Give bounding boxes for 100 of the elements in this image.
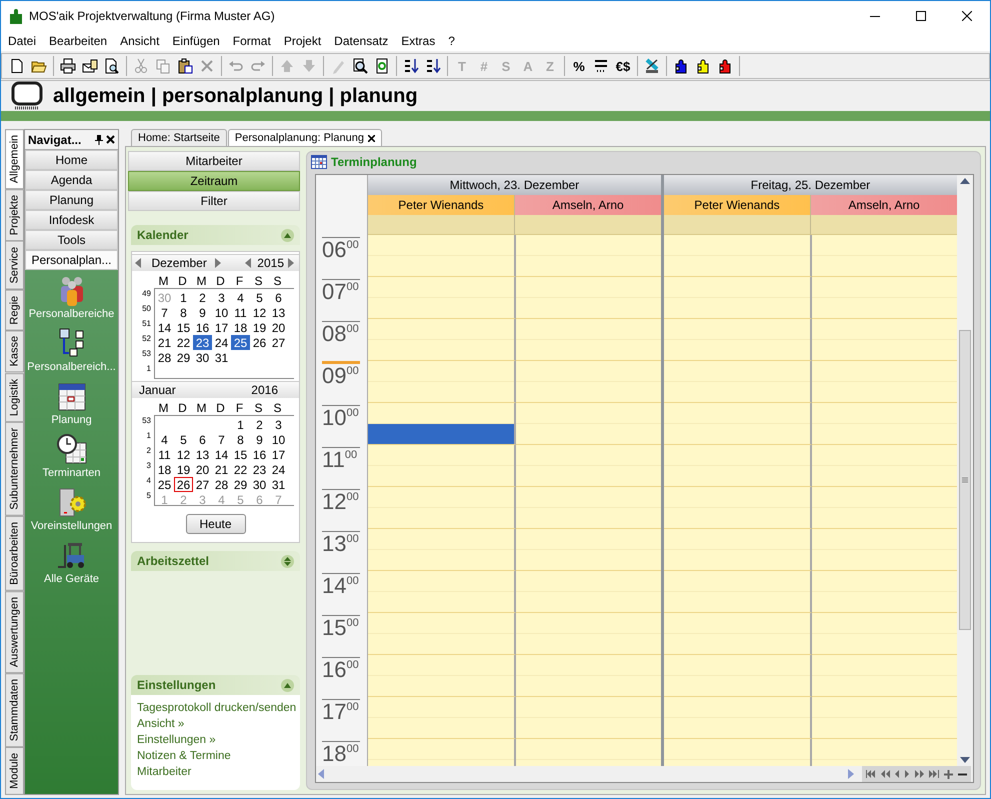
- calendar-day[interactable]: 4: [231, 290, 250, 305]
- calendar-day[interactable]: 6: [269, 290, 288, 305]
- calendar-day[interactable]: 1: [231, 417, 250, 432]
- side-tab[interactable]: Allgemein: [5, 129, 24, 190]
- calendar-day[interactable]: 25: [231, 335, 250, 350]
- time-slot[interactable]: [516, 424, 661, 444]
- settings-link[interactable]: Mitarbeiter: [137, 765, 294, 780]
- menu-item[interactable]: Projekt: [278, 34, 328, 48]
- time-slot[interactable]: [368, 718, 514, 738]
- time-slot[interactable]: [368, 445, 514, 466]
- time-slot[interactable]: [516, 340, 661, 360]
- scrollbar-thumb[interactable]: [959, 330, 971, 630]
- time-slot[interactable]: [664, 466, 810, 486]
- time-slot[interactable]: [368, 655, 514, 676]
- time-slot[interactable]: [368, 235, 514, 256]
- fast-forward-icon[interactable]: [915, 770, 924, 778]
- time-slot[interactable]: [516, 403, 661, 424]
- time-slot[interactable]: [516, 235, 661, 256]
- navigator-item[interactable]: Voreinstellungen: [26, 485, 117, 538]
- time-slot[interactable]: [812, 319, 957, 340]
- side-tab[interactable]: Kasse: [5, 330, 24, 373]
- time-slot[interactable]: [812, 424, 957, 444]
- menu-item[interactable]: Bearbeiten: [43, 34, 114, 48]
- time-slot[interactable]: [368, 382, 514, 402]
- time-slot[interactable]: [664, 592, 810, 612]
- calendar-day[interactable]: 2: [193, 290, 212, 305]
- calendar-day[interactable]: 18: [155, 462, 174, 477]
- time-slot[interactable]: [368, 550, 514, 570]
- time-slot[interactable]: [516, 445, 661, 466]
- view-button[interactable]: Zeitraum: [128, 171, 300, 191]
- time-slot[interactable]: [812, 529, 957, 550]
- time-slot[interactable]: [812, 592, 957, 612]
- toolbar-button[interactable]: %: [568, 55, 590, 77]
- navigator-item[interactable]: Alle Geräte: [26, 538, 117, 591]
- calendar-day[interactable]: 8: [174, 305, 193, 320]
- time-slot[interactable]: [664, 550, 810, 570]
- navigator-button[interactable]: Planung: [25, 190, 118, 210]
- side-tab[interactable]: Service: [5, 241, 24, 290]
- time-slot[interactable]: [368, 634, 514, 654]
- time-slot[interactable]: [368, 319, 514, 340]
- time-slot[interactable]: [516, 739, 661, 760]
- time-slot[interactable]: [368, 277, 514, 298]
- menu-item[interactable]: Datensatz: [328, 34, 396, 48]
- time-slot[interactable]: [368, 340, 514, 360]
- document-tab[interactable]: Personalplanung: Planung: [228, 129, 382, 146]
- time-slot[interactable]: [812, 550, 957, 570]
- navigator-item[interactable]: Planung: [26, 379, 117, 432]
- time-slot[interactable]: [516, 382, 661, 402]
- next-icon[interactable]: [905, 770, 910, 778]
- time-slot[interactable]: [664, 298, 810, 318]
- toggle-button[interactable]: [281, 678, 294, 692]
- time-slot[interactable]: [516, 361, 661, 382]
- menu-item[interactable]: Datei: [2, 34, 44, 48]
- calendar-day[interactable]: 24: [212, 335, 231, 350]
- navigator-button[interactable]: Personalplan...: [25, 250, 118, 270]
- view-button[interactable]: Mitarbeiter: [128, 151, 300, 171]
- calendar-day[interactable]: 17: [269, 447, 288, 462]
- calendar-day[interactable]: 3: [269, 417, 288, 432]
- calendar-day[interactable]: 13: [193, 447, 212, 462]
- time-slot[interactable]: [664, 361, 810, 382]
- time-slot[interactable]: [516, 592, 661, 612]
- calendar-day[interactable]: 19: [174, 462, 193, 477]
- calendar-day[interactable]: 16: [193, 320, 212, 335]
- navigator-button[interactable]: Tools: [25, 230, 118, 250]
- time-slot[interactable]: [664, 319, 810, 340]
- side-tab[interactable]: Logistik: [5, 372, 24, 422]
- time-slot[interactable]: [516, 655, 661, 676]
- time-slot[interactable]: [664, 697, 810, 718]
- calendar-day[interactable]: 15: [231, 447, 250, 462]
- calendar-day[interactable]: 6: [193, 432, 212, 447]
- calendar-day[interactable]: 23: [250, 462, 269, 477]
- calendar-day[interactable]: 12: [174, 447, 193, 462]
- time-slot[interactable]: [664, 529, 810, 550]
- menu-item[interactable]: Ansicht: [114, 34, 166, 48]
- calendar-day[interactable]: 2: [250, 417, 269, 432]
- time-slot[interactable]: [664, 655, 810, 676]
- side-tab[interactable]: Büroarbeiten: [5, 516, 24, 591]
- calendar-day[interactable]: 9: [193, 305, 212, 320]
- time-slot[interactable]: [516, 613, 661, 634]
- time-slot[interactable]: [664, 403, 810, 424]
- time-slot[interactable]: [516, 718, 661, 738]
- calendar-day[interactable]: 20: [269, 320, 288, 335]
- calendar-day[interactable]: 5: [250, 290, 269, 305]
- navigator-button[interactable]: Home: [25, 150, 118, 170]
- all-day-cell[interactable]: [515, 215, 661, 235]
- calendar-day[interactable]: 29: [174, 350, 193, 365]
- time-slot[interactable]: [516, 529, 661, 550]
- time-slot[interactable]: [516, 277, 661, 298]
- time-slot[interactable]: [368, 529, 514, 550]
- calendar-day[interactable]: 31: [212, 350, 231, 365]
- last-page-icon[interactable]: [929, 770, 939, 778]
- all-day-cell[interactable]: [811, 215, 957, 235]
- scroll-left-icon[interactable]: [318, 769, 324, 779]
- time-slot[interactable]: [664, 508, 810, 528]
- time-slot[interactable]: [812, 256, 957, 276]
- calendar-day[interactable]: 31: [269, 477, 288, 492]
- time-slot[interactable]: [368, 571, 514, 592]
- time-slot[interactable]: [664, 235, 810, 256]
- time-slot[interactable]: [812, 361, 957, 382]
- document-tab[interactable]: Home: Startseite: [131, 129, 227, 146]
